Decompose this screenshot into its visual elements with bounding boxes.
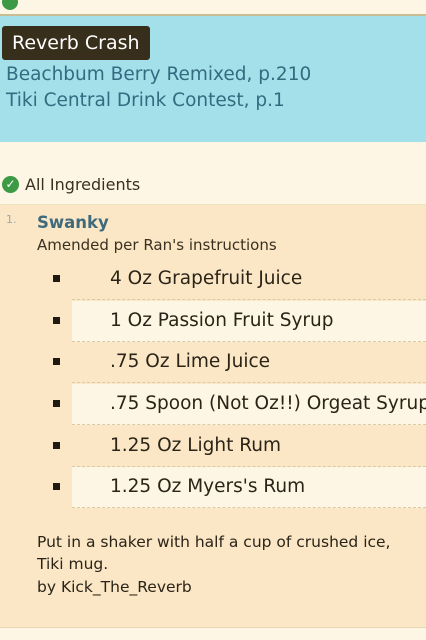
ingredient-text: .75 Spoon (Not Oz!!) Orgeat Syrup bbox=[110, 393, 426, 414]
ingredient-row: 1.25 Oz Myers's Rum bbox=[53, 467, 426, 508]
ingredient-text: 1.25 Oz Myers's Rum bbox=[110, 476, 306, 497]
ingredient-row: 1 Oz Passion Fruit Syrup bbox=[53, 301, 426, 342]
all-ingredients-toggle[interactable]: ✓ All Ingredients bbox=[2, 172, 140, 196]
bullet-icon bbox=[53, 358, 60, 365]
ingredient-text: 4 Oz Grapefruit Juice bbox=[110, 268, 303, 289]
ingredient-text: 1.25 Oz Light Rum bbox=[110, 435, 282, 456]
check-circle-icon: ✓ bbox=[2, 175, 19, 193]
ingredient-row: .75 Oz Lime Juice bbox=[53, 342, 426, 383]
ingredient-row: 1.25 Oz Light Rum bbox=[53, 426, 426, 467]
instructions-text: Tiki mug. bbox=[37, 555, 109, 573]
recipe-card: 1. Swanky Amended per Ran's instructions… bbox=[0, 204, 426, 628]
bullet-icon bbox=[53, 275, 60, 282]
top-strip bbox=[0, 0, 426, 16]
all-ingredients-label: All Ingredients bbox=[25, 174, 141, 194]
recipe-title: Reverb Crash bbox=[2, 26, 150, 60]
check-circle-icon bbox=[2, 0, 18, 10]
bullet-icon bbox=[53, 442, 60, 449]
recipe-number: 1. bbox=[6, 213, 17, 226]
spec-name[interactable]: Swanky bbox=[37, 213, 109, 232]
author-credit[interactable]: by Kick_The_Reverb bbox=[37, 578, 192, 596]
ingredient-text: 1 Oz Passion Fruit Syrup bbox=[110, 310, 334, 331]
recipe-header: Reverb Crash Beachbum Berry Remixed, p.2… bbox=[0, 16, 426, 142]
ingredient-row: .75 Spoon (Not Oz!!) Orgeat Syrup bbox=[53, 384, 426, 425]
ingredient-text: .75 Oz Lime Juice bbox=[110, 351, 271, 372]
source-link[interactable]: Tiki Central Drink Contest, p.1 bbox=[6, 90, 285, 111]
instructions-text: Put in a shaker with half a cup of crush… bbox=[37, 533, 391, 551]
spec-note: Amended per Ran's instructions bbox=[37, 236, 277, 254]
bullet-icon bbox=[53, 483, 60, 490]
bullet-icon bbox=[53, 317, 60, 324]
ingredient-row: 4 Oz Grapefruit Juice bbox=[53, 259, 426, 300]
bullet-icon bbox=[53, 400, 60, 407]
source-link[interactable]: Beachbum Berry Remixed, p.210 bbox=[6, 64, 311, 85]
